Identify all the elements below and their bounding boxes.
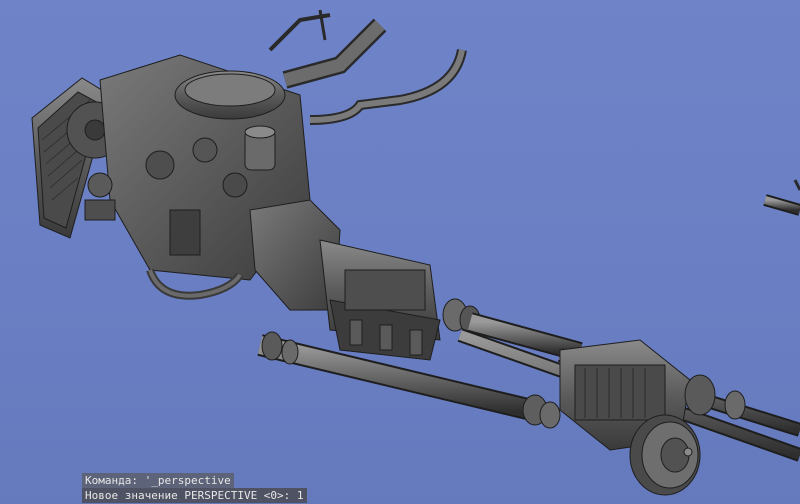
cad-viewport[interactable]: Команда: '_perspective Новое значение PE… [0, 0, 800, 504]
command-line-panel[interactable]: Команда: '_perspective Новое значение PE… [82, 473, 322, 503]
command-output-line: Новое значение PERSPECTIVE <0>: 1 [82, 488, 307, 503]
command-prompt-label: Команда: [85, 474, 138, 487]
lower-universal-joints [522, 394, 561, 429]
brake-drum [629, 414, 701, 496]
command-prompt-value: '_perspective [144, 474, 231, 487]
drivetrain-3d-model [31, 9, 800, 496]
command-history-line: Команда: '_perspective [82, 473, 234, 488]
